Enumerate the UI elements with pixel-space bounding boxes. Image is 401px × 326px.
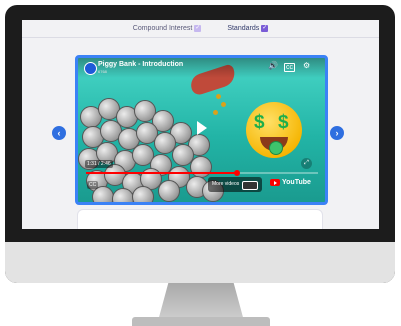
more-videos-button[interactable]: More videos xyxy=(208,177,262,192)
content-card xyxy=(77,209,323,229)
settings-gear-icon[interactable]: ⚙ xyxy=(303,61,310,71)
prev-button[interactable]: ‹ xyxy=(52,126,66,140)
volume-icon[interactable]: 🔊 xyxy=(268,61,278,71)
channel-avatar[interactable] xyxy=(84,62,97,75)
screen: Compound Interest ✓ Standards ✓ ‹ › $ $ … xyxy=(22,20,379,229)
monitor-chin xyxy=(5,242,395,283)
coin-pile-illustration xyxy=(78,76,228,202)
monitor-stand-base xyxy=(132,317,270,326)
falling-coin xyxy=(213,110,218,115)
video-subtitle: 6768 xyxy=(98,69,107,74)
play-icon[interactable] xyxy=(197,121,207,135)
cc-button[interactable]: CC xyxy=(87,181,99,189)
money-face-emoji-icon: $ $ xyxy=(246,102,302,158)
checkbox-icon[interactable]: ✓ xyxy=(261,24,269,32)
checkbox-icon[interactable]: ✓ xyxy=(194,24,202,32)
progress-scrubber[interactable] xyxy=(233,170,240,176)
falling-coin xyxy=(216,94,221,99)
falling-coin xyxy=(221,102,226,107)
youtube-logo[interactable]: YouTube xyxy=(270,179,311,186)
chevron-right-icon: › xyxy=(335,128,339,138)
tab-standards[interactable]: Standards ✓ xyxy=(227,24,269,32)
fullscreen-icon[interactable]: ⤢ xyxy=(301,158,312,169)
youtube-label: YouTube xyxy=(282,179,311,186)
topic-tabs: Compound Interest ✓ Standards ✓ xyxy=(22,20,379,36)
chevron-left-icon: ‹ xyxy=(57,128,61,138)
coin xyxy=(158,180,180,202)
next-button[interactable]: › xyxy=(330,126,344,140)
progress-fill xyxy=(86,172,237,174)
coin xyxy=(190,156,212,178)
more-videos-label: More videos xyxy=(212,181,240,187)
progress-bar[interactable] xyxy=(86,170,318,176)
video-thumbnail-icon xyxy=(242,181,258,190)
time-display: 1:31 / 2:46 xyxy=(85,160,113,168)
video-player[interactable]: $ $ Piggy Bank - Introduction 6768 🔊 cc … xyxy=(75,55,328,205)
youtube-play-icon xyxy=(270,179,280,186)
tab-label: Standards xyxy=(227,24,260,32)
video-title[interactable]: Piggy Bank - Introduction xyxy=(98,61,183,68)
tab-compound-interest[interactable]: Compound Interest ✓ xyxy=(132,24,202,32)
captions-icon[interactable]: cc xyxy=(284,63,295,72)
coin xyxy=(112,188,134,202)
divider xyxy=(22,37,379,38)
monitor-stand-neck xyxy=(158,283,244,321)
coin xyxy=(132,186,154,202)
tab-label: Compound Interest xyxy=(132,24,193,32)
